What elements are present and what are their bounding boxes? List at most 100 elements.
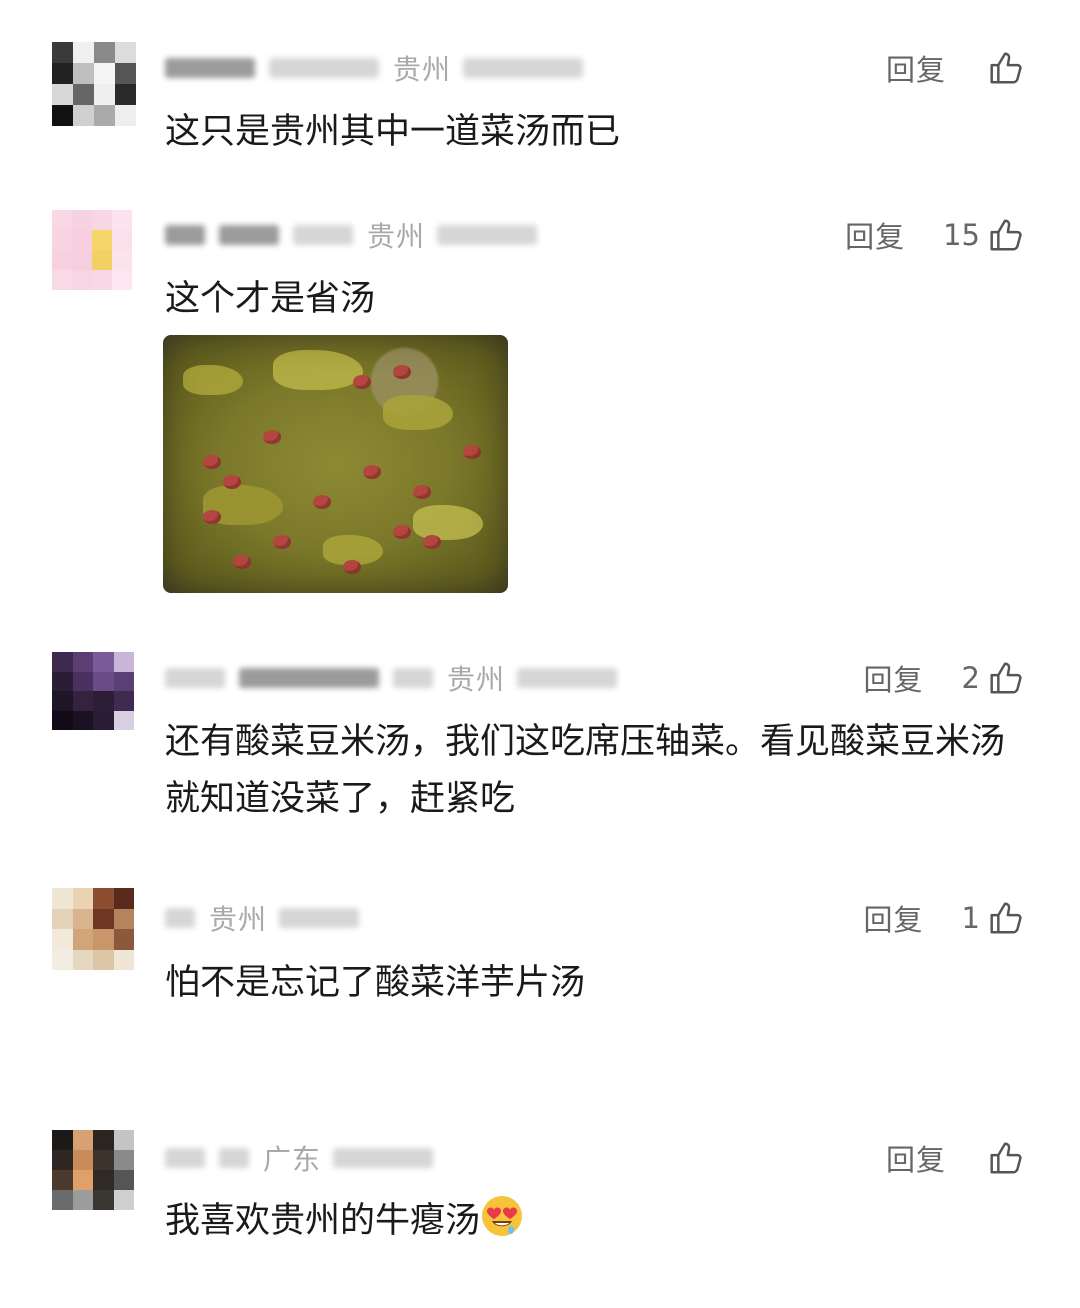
comment-actions: 回复 15 xyxy=(845,215,1024,255)
username-blurred-2 xyxy=(239,668,379,688)
avatar-pixel xyxy=(73,105,94,126)
comment-text: 这个才是省汤 xyxy=(165,279,376,319)
reply-button[interactable]: 回复 xyxy=(886,47,946,89)
reply-button[interactable]: 回复 xyxy=(864,897,924,939)
username-blurred[interactable] xyxy=(165,908,195,928)
avatar-pixel xyxy=(52,84,73,105)
comment-meta: 贵州 xyxy=(165,898,373,938)
avatar-pixel xyxy=(93,908,114,929)
avatar[interactable] xyxy=(52,1130,134,1210)
avatar-pixel xyxy=(72,1130,93,1150)
like-count: 1 xyxy=(961,901,980,935)
like-count: 2 xyxy=(961,661,980,695)
username-blurred[interactable] xyxy=(165,1148,205,1168)
timestamp-blurred xyxy=(517,668,618,688)
reply-button[interactable]: 回复 xyxy=(845,214,905,256)
username-blurred[interactable] xyxy=(165,225,205,245)
comment-text: 还有酸菜豆米汤，我们这吃席压轴菜。看见酸菜豆米汤就知道没菜了，赶紧吃 xyxy=(165,722,1006,819)
comment-text-body: 我喜欢贵州的牛瘪汤 xyxy=(165,1201,481,1241)
thumbs-up-icon[interactable] xyxy=(986,49,1024,87)
region-label: 贵州 xyxy=(209,903,268,936)
avatar-pixel xyxy=(72,1190,93,1210)
avatar-pixel xyxy=(112,230,132,250)
comment-meta: 贵州 xyxy=(165,215,551,255)
region-label: 贵州 xyxy=(447,663,506,696)
username-blurred-2 xyxy=(269,58,379,78)
avatar[interactable] xyxy=(52,42,136,126)
thumbs-up-icon[interactable] xyxy=(986,899,1024,937)
avatar-pixel xyxy=(113,888,134,909)
avatar-pixel xyxy=(94,63,115,84)
avatar-pixel xyxy=(72,691,93,711)
avatar-pixel xyxy=(93,652,114,672)
timestamp-blurred xyxy=(279,908,360,928)
reply-button[interactable]: 回复 xyxy=(886,1137,946,1179)
avatar-pixel xyxy=(94,105,115,126)
avatar-pixel xyxy=(72,671,93,691)
avatar-pixel xyxy=(92,230,112,250)
avatar-pixel xyxy=(52,671,73,691)
region-label: 贵州 xyxy=(367,220,426,253)
avatar-pixel xyxy=(112,250,132,270)
avatar[interactable] xyxy=(52,652,134,730)
avatar-pixel xyxy=(93,1190,114,1210)
comment-item: 贵州 回复 这只是贵州其中一道菜汤而已 xyxy=(0,0,1080,190)
timestamp-blurred xyxy=(333,1148,434,1168)
avatar-pixel xyxy=(72,949,93,970)
avatar-pixel xyxy=(72,929,93,950)
avatar-pixel xyxy=(93,1170,114,1190)
avatar-pixel xyxy=(52,888,73,909)
avatar-pixel xyxy=(72,230,92,250)
avatar-pixel xyxy=(113,949,134,970)
username-blurred-2 xyxy=(219,225,279,245)
region-label: 贵州 xyxy=(393,53,452,86)
avatar-pixel xyxy=(52,250,72,270)
reply-button[interactable]: 回复 xyxy=(864,657,924,699)
comment-text: 怕不是忘记了酸菜洋芋片汤 xyxy=(165,963,586,1003)
avatar-pixel xyxy=(93,710,114,730)
avatar[interactable] xyxy=(52,210,132,290)
avatar-pixel xyxy=(94,84,115,105)
avatar-pixel xyxy=(113,710,134,730)
like-count: 15 xyxy=(943,218,980,252)
avatar-pixel xyxy=(52,949,73,970)
avatar-pixel xyxy=(115,63,136,84)
avatar-pixel xyxy=(113,1190,134,1210)
avatar-pixel xyxy=(113,691,134,711)
thumbs-up-icon[interactable] xyxy=(986,659,1024,697)
avatar-pixel xyxy=(94,42,115,63)
avatar-pixel xyxy=(93,888,114,909)
avatar-pixel xyxy=(52,42,73,63)
avatar-pixel xyxy=(113,1130,134,1150)
avatar-pixel xyxy=(52,929,73,950)
avatar-pixel xyxy=(113,1170,134,1190)
avatar-pixel xyxy=(52,1130,73,1150)
username-blurred[interactable] xyxy=(165,668,225,688)
comment-text: 我喜欢贵州的牛瘪汤 xyxy=(165,1193,1020,1250)
avatar-pixel xyxy=(112,210,132,230)
avatar-pixel xyxy=(115,105,136,126)
avatar-pixel xyxy=(72,710,93,730)
avatar-pixel xyxy=(52,652,73,672)
avatar-pixel xyxy=(93,949,114,970)
comment-text: 这只是贵州其中一道菜汤而已 xyxy=(165,112,621,152)
avatar-pixel xyxy=(52,908,73,929)
avatar[interactable] xyxy=(52,888,134,970)
avatar-pixel xyxy=(113,671,134,691)
avatar-pixel xyxy=(113,929,134,950)
thumbs-up-icon[interactable] xyxy=(986,1139,1024,1177)
avatar-pixel xyxy=(73,42,94,63)
avatar-pixel xyxy=(73,63,94,84)
avatar-pixel xyxy=(113,652,134,672)
avatar-pixel xyxy=(92,210,112,230)
comment-actions: 回复 xyxy=(886,48,1024,88)
avatar-pixel xyxy=(92,250,112,270)
username-blurred[interactable] xyxy=(165,58,255,78)
thumbs-up-icon[interactable] xyxy=(986,216,1024,254)
avatar-pixel xyxy=(72,250,92,270)
avatar-pixel xyxy=(113,908,134,929)
comment-image[interactable] xyxy=(163,335,508,593)
region-label: 广东 xyxy=(263,1143,322,1176)
avatar-pixel xyxy=(52,710,73,730)
username-blurred-3 xyxy=(293,225,353,245)
